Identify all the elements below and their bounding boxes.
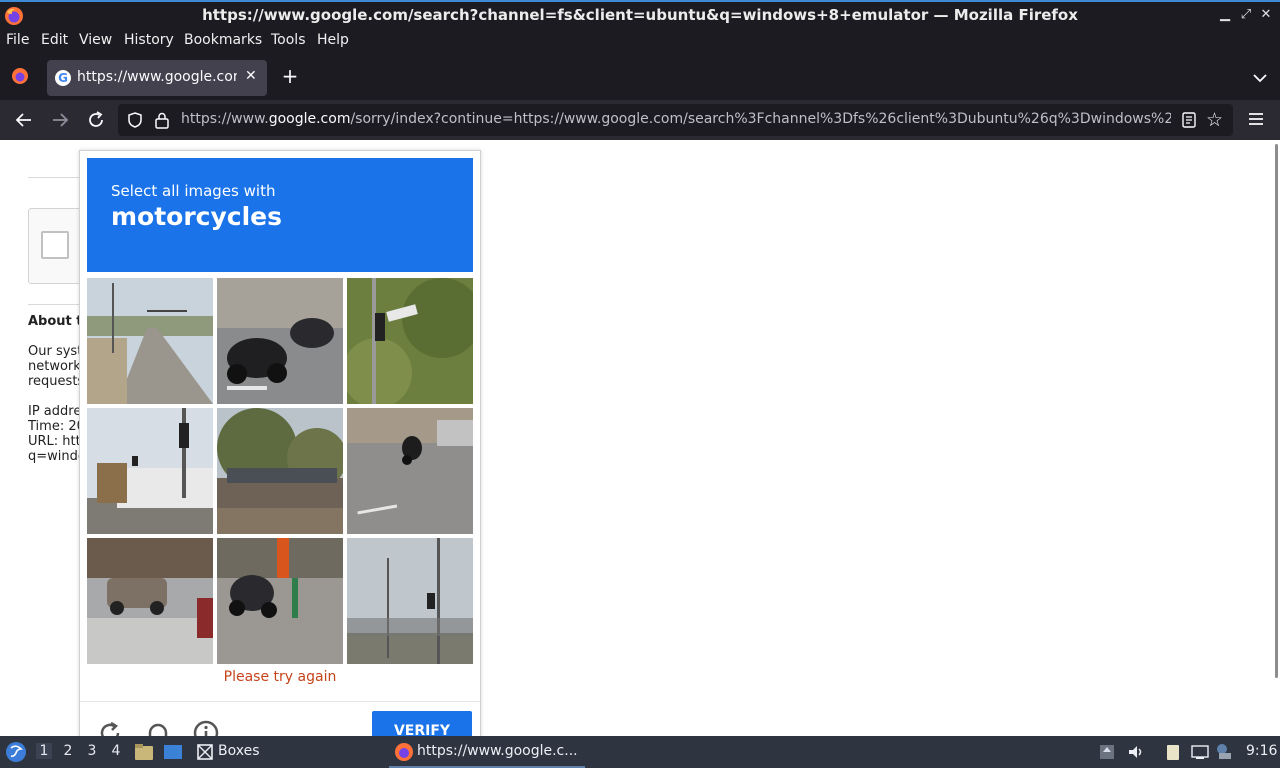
menu-tools[interactable]: Tools: [271, 32, 306, 48]
menu-bar: File Edit View History Bookmarks Tools H…: [0, 30, 1280, 54]
workspace-4[interactable]: 4: [108, 743, 124, 759]
google-favicon-icon: G: [55, 70, 71, 86]
workspace-2[interactable]: 2: [60, 743, 76, 759]
captcha-tile-7[interactable]: [87, 538, 213, 664]
window-title: https://www.google.com/search?channel=fs…: [202, 6, 1078, 24]
maximize-icon[interactable]: ⤢: [1236, 5, 1256, 25]
url-bar[interactable]: https://www.google.com/sorry/index?conti…: [118, 104, 1233, 136]
menu-history[interactable]: History: [124, 32, 174, 48]
captcha-tile-9[interactable]: [347, 538, 473, 664]
tab-google-sorry[interactable]: G https://www.google.com/sorry/index ✕: [47, 60, 267, 96]
network-icon[interactable]: [1191, 743, 1209, 761]
app-menu-icon[interactable]: [1246, 109, 1266, 129]
bookmark-star-icon[interactable]: ☆: [1206, 109, 1223, 131]
boxes-icon[interactable]: [195, 743, 215, 761]
list-all-tabs-icon[interactable]: [1250, 68, 1270, 88]
challenge-header: Select all images with motorcycles: [87, 158, 473, 272]
forward-icon[interactable]: [48, 108, 72, 132]
captcha-tile-1[interactable]: [87, 278, 213, 404]
firefox-task-icon: [395, 743, 413, 761]
notifications-icon[interactable]: [1215, 743, 1233, 761]
captcha-tile-2[interactable]: [217, 278, 343, 404]
error-message: Please try again: [223, 669, 337, 685]
new-tab-button[interactable]: +: [280, 66, 300, 86]
menu-file[interactable]: File: [6, 32, 29, 48]
tab-bar: G https://www.google.com/sorry/index ✕ +: [0, 54, 1280, 100]
close-window-icon[interactable]: ✕: [1256, 5, 1276, 25]
start-menu-icon[interactable]: [5, 741, 27, 763]
firefox-task-label: https://www.google.c...: [417, 743, 578, 759]
minimize-icon[interactable]: ▁: [1215, 5, 1235, 25]
page-scrollbar[interactable]: [1275, 144, 1278, 678]
recaptcha-checkbox[interactable]: [41, 231, 69, 259]
menu-edit[interactable]: Edit: [41, 32, 68, 48]
lock-icon[interactable]: [154, 111, 170, 129]
workspace-1[interactable]: 1: [36, 743, 52, 759]
recaptcha-challenge: Select all images with motorcycles Pleas…: [79, 150, 481, 751]
taskbar-firefox-task[interactable]: https://www.google.c...: [389, 736, 585, 768]
captcha-tile-8[interactable]: [217, 538, 343, 664]
boxes-label[interactable]: Boxes: [218, 743, 260, 759]
time-line: Time: 20: [28, 419, 85, 434]
reader-view-icon[interactable]: [1180, 111, 1198, 129]
workspace-3[interactable]: 3: [84, 743, 100, 759]
menu-bookmarks[interactable]: Bookmarks: [184, 32, 262, 48]
captcha-tile-4[interactable]: [87, 408, 213, 534]
footer-divider: [80, 701, 480, 702]
firefox-view-icon[interactable]: [10, 66, 30, 86]
window-titlebar: https://www.google.com/search?channel=fs…: [0, 0, 1280, 30]
menu-view[interactable]: View: [79, 32, 112, 48]
volume-icon[interactable]: [1127, 743, 1145, 761]
divider: [28, 304, 80, 305]
url-text[interactable]: https://www.google.com/sorry/index?conti…: [181, 111, 1171, 127]
captcha-tile-3[interactable]: [347, 278, 473, 404]
tab-label: https://www.google.com/sorry/index: [77, 69, 237, 85]
about-text-line: requests: [28, 374, 85, 389]
clock: 9:16: [1246, 743, 1278, 759]
tracking-protection-shield-icon[interactable]: [126, 111, 144, 129]
tab-close-icon[interactable]: ✕: [245, 68, 257, 84]
challenge-target: motorcycles: [111, 202, 283, 231]
tray-updates-icon[interactable]: [1098, 743, 1116, 761]
divider: [28, 177, 80, 178]
menu-help[interactable]: Help: [317, 32, 349, 48]
taskbar: 1 2 3 4 Boxes https://www.google.c... 9:…: [0, 736, 1280, 768]
navigation-bar: https://www.google.com/sorry/index?conti…: [0, 100, 1280, 140]
captcha-tile-5[interactable]: [217, 408, 343, 534]
file-manager-icon[interactable]: [134, 743, 154, 761]
clipboard-icon[interactable]: [1164, 743, 1182, 761]
desktop-icon[interactable]: [163, 743, 183, 761]
about-text-line: network.: [28, 359, 85, 374]
challenge-instruction: Select all images with: [111, 182, 276, 200]
page-content: About th Our syste network. requests IP …: [0, 140, 1280, 751]
reload-icon[interactable]: [84, 108, 108, 132]
back-icon[interactable]: [12, 108, 36, 132]
captcha-tile-6[interactable]: [347, 408, 473, 534]
